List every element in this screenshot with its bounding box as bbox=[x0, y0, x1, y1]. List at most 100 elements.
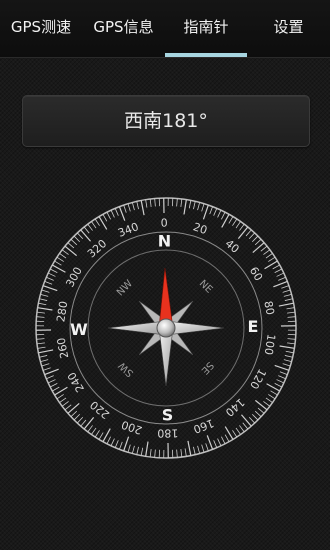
dial-tick bbox=[83, 226, 90, 234]
dial-tick bbox=[213, 440, 218, 448]
dial-tick bbox=[114, 440, 119, 448]
dial-tick bbox=[183, 199, 187, 215]
dial-tick bbox=[274, 383, 283, 388]
degree-label: 140 bbox=[223, 395, 247, 419]
dial-tick bbox=[184, 448, 187, 457]
dial-tick bbox=[48, 379, 56, 384]
dial-tick bbox=[91, 221, 97, 229]
dial-tick bbox=[248, 232, 255, 240]
dial-tick bbox=[287, 316, 296, 318]
dial-tick bbox=[217, 210, 222, 218]
degree-label: 240 bbox=[65, 370, 87, 395]
degree-label: 180 bbox=[157, 426, 178, 439]
dial-tick bbox=[42, 285, 58, 292]
dial-tick bbox=[273, 280, 288, 288]
dial-tick bbox=[73, 235, 81, 243]
dial-tick bbox=[197, 445, 201, 454]
dial-tick bbox=[56, 256, 64, 262]
dial-tick bbox=[276, 379, 284, 384]
cardinal-east: E bbox=[248, 317, 259, 336]
dial-tick bbox=[237, 226, 249, 240]
dial-tick bbox=[36, 338, 45, 340]
dial-tick bbox=[248, 416, 255, 424]
dial-tick bbox=[176, 198, 178, 207]
dial-tick bbox=[260, 245, 268, 252]
dial-tick bbox=[284, 298, 293, 301]
dial-tick bbox=[279, 345, 295, 349]
dial-tick bbox=[240, 414, 252, 427]
dial-tick bbox=[254, 410, 262, 417]
degree-label: 280 bbox=[54, 300, 70, 323]
dial-tick bbox=[205, 443, 209, 452]
dial-tick bbox=[77, 416, 84, 424]
dial-tick bbox=[180, 449, 183, 458]
intercardinal-se: SE bbox=[199, 359, 216, 376]
dial-tick bbox=[127, 444, 131, 453]
dial-tick bbox=[37, 346, 46, 349]
degree-label: 260 bbox=[55, 336, 72, 359]
dial-tick bbox=[42, 367, 51, 371]
dial-tick bbox=[282, 289, 291, 293]
dial-tick bbox=[118, 206, 126, 221]
dial-tick bbox=[36, 311, 45, 314]
dial-tick bbox=[232, 430, 238, 438]
dial-tick bbox=[154, 449, 156, 458]
dial-tick bbox=[73, 413, 81, 421]
dial-tick bbox=[102, 214, 108, 222]
dial-tick bbox=[106, 211, 111, 220]
dial-tick bbox=[149, 198, 152, 207]
dial-tick bbox=[38, 349, 54, 354]
dial-tick bbox=[110, 210, 115, 218]
dial-tick bbox=[284, 355, 293, 358]
dial-tick bbox=[39, 355, 48, 358]
dial-tick bbox=[91, 427, 97, 435]
dial-tick bbox=[239, 425, 245, 433]
dial-tick bbox=[36, 342, 45, 345]
dial-tick bbox=[268, 256, 276, 262]
dial-tick bbox=[285, 350, 294, 354]
dial-tick bbox=[145, 441, 149, 457]
dial-tick bbox=[287, 342, 296, 345]
dial-tick bbox=[187, 440, 192, 456]
needle-hub bbox=[156, 318, 176, 338]
dial-tick bbox=[252, 242, 265, 254]
degree-label: 80 bbox=[261, 300, 276, 316]
dial-tick bbox=[206, 435, 214, 450]
dial-tick bbox=[44, 281, 53, 285]
dial-tick bbox=[41, 363, 50, 367]
intercardinal-ne: NE bbox=[197, 278, 215, 296]
intercardinal-nw: NW bbox=[115, 278, 135, 298]
dial-tick bbox=[119, 441, 123, 450]
dial-tick bbox=[140, 447, 144, 456]
cardinal-south: S bbox=[162, 405, 174, 424]
dial-tick bbox=[281, 285, 290, 289]
dial-tick bbox=[131, 202, 135, 211]
dial-tick bbox=[282, 363, 291, 367]
dial-tick bbox=[263, 249, 271, 255]
dial-tick bbox=[110, 438, 115, 446]
dial-tick bbox=[268, 394, 276, 400]
dial-tick bbox=[67, 242, 75, 249]
dial-tick bbox=[136, 446, 139, 455]
dial-tick bbox=[59, 397, 67, 403]
dial-tick bbox=[36, 316, 45, 318]
dial-tick bbox=[193, 446, 196, 455]
degree-label: 100 bbox=[262, 333, 278, 356]
compass-dial: 0 204060801001201401601802002202402602803… bbox=[35, 197, 297, 459]
dial-tick bbox=[265, 253, 273, 259]
dial-tick bbox=[38, 302, 47, 306]
intercardinal-sw: SW bbox=[117, 359, 136, 378]
dial-tick bbox=[49, 268, 58, 273]
dial-tick bbox=[278, 302, 294, 307]
dial-tick bbox=[94, 430, 100, 438]
dial-tick bbox=[283, 293, 292, 297]
dial-tick bbox=[49, 383, 58, 388]
dial-tick bbox=[263, 401, 271, 407]
dial-tick bbox=[136, 201, 139, 210]
dial-tick bbox=[265, 397, 273, 403]
dial-tick bbox=[279, 371, 288, 375]
dial-tick bbox=[202, 204, 209, 220]
dial-tick bbox=[235, 427, 241, 435]
dial-tick bbox=[188, 200, 192, 209]
dial-tick bbox=[193, 201, 196, 210]
